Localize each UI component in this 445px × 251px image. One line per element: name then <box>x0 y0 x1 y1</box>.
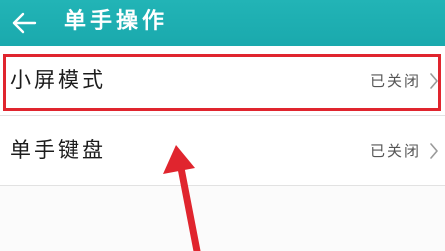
app-bar: 单手操作 <box>0 0 445 46</box>
setting-status: 已关闭 <box>369 72 421 90</box>
settings-list: 小屏模式 已关闭 单手键盘 已关闭 <box>0 46 445 186</box>
setting-status: 已关闭 <box>369 142 421 160</box>
setting-row-small-screen-mode[interactable]: 小屏模式 已关闭 <box>0 46 445 116</box>
setting-row-one-handed-keyboard[interactable]: 单手键盘 已关闭 <box>0 116 445 186</box>
setting-label: 单手键盘 <box>10 138 106 162</box>
chevron-right-icon <box>429 73 439 89</box>
back-arrow-icon[interactable] <box>10 9 38 37</box>
chevron-right-icon <box>429 143 439 159</box>
setting-label: 小屏模式 <box>10 68 106 92</box>
page-title: 单手操作 <box>64 9 169 34</box>
screen: 单手操作 小屏模式 已关闭 单手键盘 已关闭 <box>0 0 445 251</box>
